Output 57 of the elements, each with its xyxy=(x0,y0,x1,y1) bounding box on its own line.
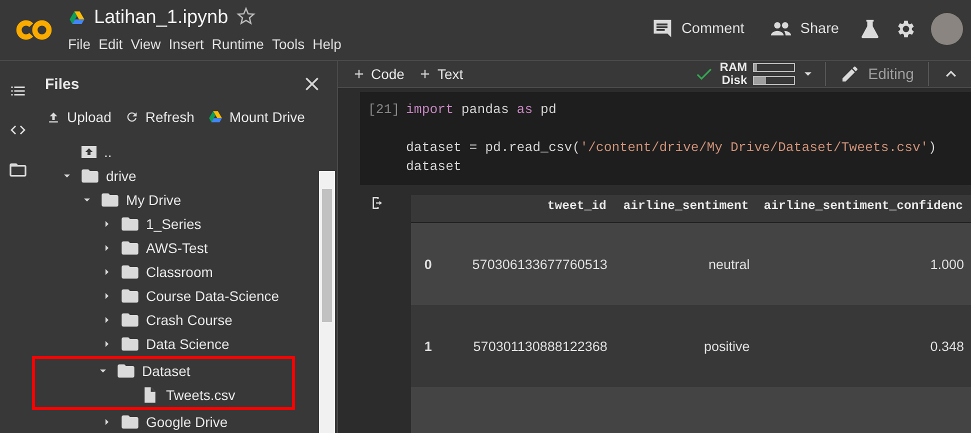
settings-icon[interactable] xyxy=(895,18,917,40)
panel-title: Files xyxy=(45,76,80,93)
share-button[interactable]: Share xyxy=(764,18,845,40)
add-cell-button[interactable]: Code xyxy=(352,66,412,82)
folder-name[interactable]: AWS-Test xyxy=(146,240,208,256)
execution-count: [21] xyxy=(368,101,401,119)
comment-icon xyxy=(651,18,674,40)
menu-item[interactable]: File xyxy=(64,36,95,52)
resource-monitor[interactable]: RAM Disk xyxy=(694,61,826,87)
row-index: 0 xyxy=(411,222,445,305)
plus-icon xyxy=(352,67,366,81)
folder-up-icon xyxy=(80,143,98,161)
folder-name[interactable]: Course Data-Science xyxy=(146,288,280,304)
upload-icon xyxy=(46,110,61,125)
resource-label: RAM xyxy=(720,61,748,74)
table-cell: positive xyxy=(614,305,757,387)
menu-item[interactable]: Edit xyxy=(94,36,127,52)
usage-bar xyxy=(753,76,796,85)
editing-button[interactable]: Editing xyxy=(826,64,928,84)
menu-item[interactable]: Insert xyxy=(164,36,208,52)
table-cell: 0.348 xyxy=(756,305,971,387)
table-cell: 1.000 xyxy=(756,222,971,305)
menu-item[interactable]: Tools xyxy=(268,36,309,52)
table-cell: neutral xyxy=(614,222,757,305)
notebook-title[interactable]: Latihan_1.ipynb xyxy=(94,7,228,29)
comment-button[interactable]: Comment xyxy=(645,18,750,40)
upload-button[interactable]: Upload xyxy=(46,109,112,126)
folder-name[interactable]: Google Drive xyxy=(146,414,228,430)
pencil-icon xyxy=(840,64,860,84)
refresh-button[interactable]: Refresh xyxy=(125,109,194,126)
table-cell: 570301130888122368 xyxy=(444,305,614,387)
usage-bar xyxy=(753,63,796,72)
menu-item[interactable]: Help xyxy=(308,36,346,52)
star-icon[interactable] xyxy=(236,6,256,26)
row-index: 1 xyxy=(411,305,445,387)
menu-item[interactable]: Runtime xyxy=(208,36,268,52)
folder-name[interactable]: .. xyxy=(104,144,112,160)
scrollbar[interactable] xyxy=(319,171,335,433)
drive-icon xyxy=(68,10,86,26)
menu-item[interactable]: View xyxy=(126,36,165,52)
drive-icon xyxy=(208,110,224,124)
code-block[interactable]: import pandas as pd dataset = pd.read_csv('/content/drive/My Drive/Dataset/Tweets.csv') dataset xyxy=(406,100,936,176)
folder-name[interactable]: Crash Course xyxy=(146,312,232,328)
table-cell: 570306133677760513 xyxy=(444,222,614,305)
refresh-icon xyxy=(125,110,140,124)
folder-name[interactable]: drive xyxy=(106,168,136,184)
folder-name[interactable]: 1_Series xyxy=(146,216,202,232)
folder-name[interactable]: Dataset xyxy=(142,363,190,379)
flask-icon[interactable] xyxy=(859,18,881,40)
add-cell-button[interactable]: Text xyxy=(418,66,472,82)
file-name[interactable]: Tweets.csv xyxy=(166,387,236,403)
folder-name[interactable]: My Drive xyxy=(126,192,182,208)
drive-button[interactable]: Mount Drive xyxy=(208,109,305,126)
resource-label: Disk xyxy=(722,74,748,87)
folder-name[interactable]: Data Science xyxy=(146,336,230,352)
folder-name[interactable]: Classroom xyxy=(146,264,213,280)
avatar[interactable] xyxy=(931,13,963,45)
